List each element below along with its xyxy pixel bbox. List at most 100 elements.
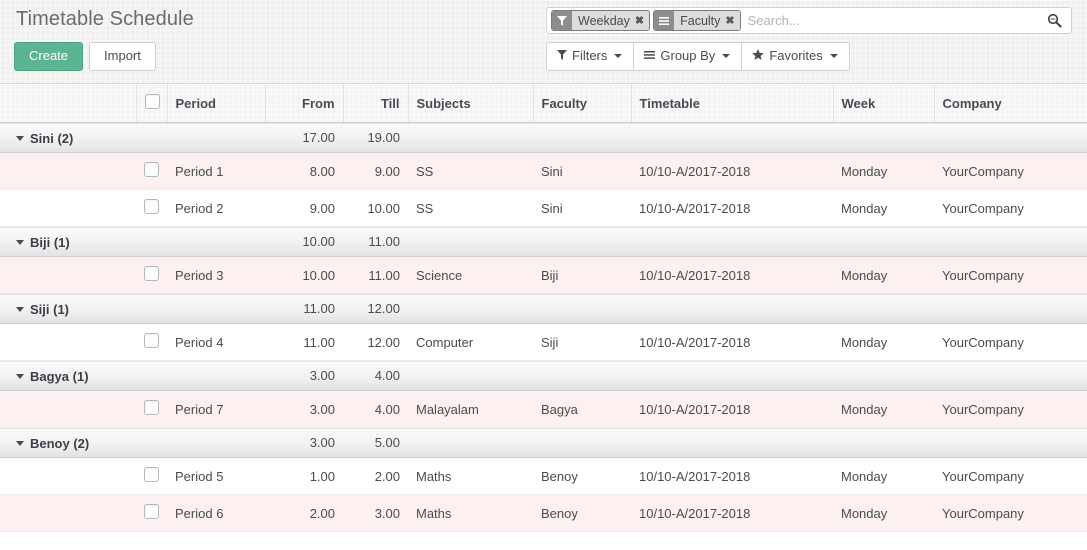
table-row[interactable]: Period 73.004.00MalayalamBagya10/10-A/20… [0, 391, 1087, 428]
group-subjects [408, 428, 533, 458]
cell-till: 10.00 [343, 190, 408, 227]
header-select-all-cell [136, 84, 167, 123]
group-toggle[interactable]: Biji (1) [8, 235, 70, 250]
group-row-title-cell[interactable]: Siji (1) [0, 294, 265, 324]
table-row[interactable]: Period 62.003.00MathsBenoy10/10-A/2017-2… [0, 495, 1087, 532]
select-all-checkbox[interactable] [145, 94, 160, 109]
column-header-subjects[interactable]: Subjects [408, 84, 533, 123]
search-icon[interactable] [1043, 13, 1069, 28]
group-timetable [631, 227, 833, 257]
group-row-title-cell[interactable]: Biji (1) [0, 227, 265, 257]
groupby-dropdown-button[interactable]: Group By [633, 42, 742, 71]
row-checkbox[interactable] [144, 467, 159, 482]
filters-label: Filters [572, 48, 607, 64]
cell-subjects: SS [408, 153, 533, 190]
table-row[interactable]: Period 18.009.00SSSini10/10-A/2017-2018M… [0, 153, 1087, 190]
group-title: Biji (1) [30, 235, 70, 250]
cell-till: 12.00 [343, 324, 408, 361]
search-input[interactable] [744, 8, 1043, 33]
group-week [833, 123, 934, 153]
cell-timetable: 10/10-A/2017-2018 [631, 153, 833, 190]
search-options-row: Filters Group By Favorites [546, 42, 850, 71]
group-toggle[interactable]: Bagya (1) [8, 369, 89, 384]
group-timetable [631, 361, 833, 391]
cell-week: Monday [833, 257, 934, 294]
group-week [833, 294, 934, 324]
cell-company: YourCompany [934, 391, 1087, 428]
filters-dropdown-button[interactable]: Filters [546, 42, 634, 71]
table-row[interactable]: Period 411.0012.00ComputerSiji10/10-A/20… [0, 324, 1087, 361]
group-title: Benoy (2) [30, 436, 89, 451]
row-indent [0, 458, 136, 495]
cell-period: Period 2 [167, 190, 265, 227]
cell-till: 4.00 [343, 391, 408, 428]
row-select-cell [136, 495, 167, 532]
close-icon[interactable]: ✖ [725, 14, 734, 27]
page-title: Timetable Schedule [16, 6, 194, 32]
import-button[interactable]: Import [89, 42, 156, 71]
group-from: 3.00 [265, 428, 343, 458]
cell-timetable: 10/10-A/2017-2018 [631, 495, 833, 532]
row-checkbox[interactable] [144, 504, 159, 519]
caret-down-icon [16, 240, 24, 245]
group-faculty [533, 428, 631, 458]
column-header-period[interactable]: Period [167, 84, 265, 123]
row-checkbox[interactable] [144, 199, 159, 214]
cell-timetable: 10/10-A/2017-2018 [631, 458, 833, 495]
search-view[interactable]: Weekday ✖ Faculty ✖ [546, 7, 1072, 34]
column-header-faculty[interactable]: Faculty [533, 84, 631, 123]
cell-faculty: Biji [533, 257, 631, 294]
row-checkbox[interactable] [144, 266, 159, 281]
filter-funnel-icon [557, 50, 567, 63]
search-facet-faculty[interactable]: Faculty ✖ [653, 10, 741, 31]
cell-from: 9.00 [265, 190, 343, 227]
cell-faculty: Siji [533, 324, 631, 361]
group-row[interactable]: Bagya (1)3.004.00 [0, 361, 1087, 391]
group-week [833, 361, 934, 391]
cell-subjects: Malayalam [408, 391, 533, 428]
table-row[interactable]: Period 310.0011.00ScienceBiji10/10-A/201… [0, 257, 1087, 294]
group-toggle[interactable]: Sini (2) [8, 131, 73, 146]
cell-company: YourCompany [934, 458, 1087, 495]
group-row[interactable]: Siji (1)11.0012.00 [0, 294, 1087, 324]
row-checkbox[interactable] [144, 400, 159, 415]
group-company [934, 123, 1087, 153]
create-button[interactable]: Create [14, 42, 83, 71]
cell-subjects: Maths [408, 495, 533, 532]
table-row[interactable]: Period 51.002.00MathsBenoy10/10-A/2017-2… [0, 458, 1087, 495]
cell-till: 2.00 [343, 458, 408, 495]
column-header-till[interactable]: Till [343, 84, 408, 123]
group-row[interactable]: Benoy (2)3.005.00 [0, 428, 1087, 458]
group-row-title-cell[interactable]: Sini (2) [0, 123, 265, 153]
group-till: 11.00 [343, 227, 408, 257]
group-title: Bagya (1) [30, 369, 89, 384]
column-header-week[interactable]: Week [833, 84, 934, 123]
row-checkbox[interactable] [144, 162, 159, 177]
close-icon[interactable]: ✖ [635, 14, 644, 27]
cell-week: Monday [833, 153, 934, 190]
group-row[interactable]: Biji (1)10.0011.00 [0, 227, 1087, 257]
group-subjects [408, 227, 533, 257]
column-header-timetable[interactable]: Timetable [631, 84, 833, 123]
group-toggle[interactable]: Siji (1) [8, 302, 69, 317]
table-row[interactable]: Period 29.0010.00SSSini10/10-A/2017-2018… [0, 190, 1087, 227]
group-row[interactable]: Sini (2)17.0019.00 [0, 123, 1087, 153]
group-toggle[interactable]: Benoy (2) [8, 436, 89, 451]
table-header-row: Period From Till Subjects Faculty Timeta… [0, 84, 1087, 123]
row-checkbox[interactable] [144, 333, 159, 348]
star-icon [752, 49, 764, 63]
group-company [934, 227, 1087, 257]
group-row-title-cell[interactable]: Bagya (1) [0, 361, 265, 391]
search-facet-weekday[interactable]: Weekday ✖ [551, 10, 650, 31]
column-header-from[interactable]: From [265, 84, 343, 123]
column-header-company[interactable]: Company [934, 84, 1087, 123]
cell-company: YourCompany [934, 324, 1087, 361]
cell-subjects: Computer [408, 324, 533, 361]
row-indent [0, 391, 136, 428]
favorites-dropdown-button[interactable]: Favorites [741, 42, 849, 71]
group-row-title-cell[interactable]: Benoy (2) [0, 428, 265, 458]
cell-period: Period 3 [167, 257, 265, 294]
cell-from: 10.00 [265, 257, 343, 294]
search-facet-faculty-label: Faculty ✖ [674, 11, 740, 30]
favorites-label: Favorites [769, 48, 822, 64]
